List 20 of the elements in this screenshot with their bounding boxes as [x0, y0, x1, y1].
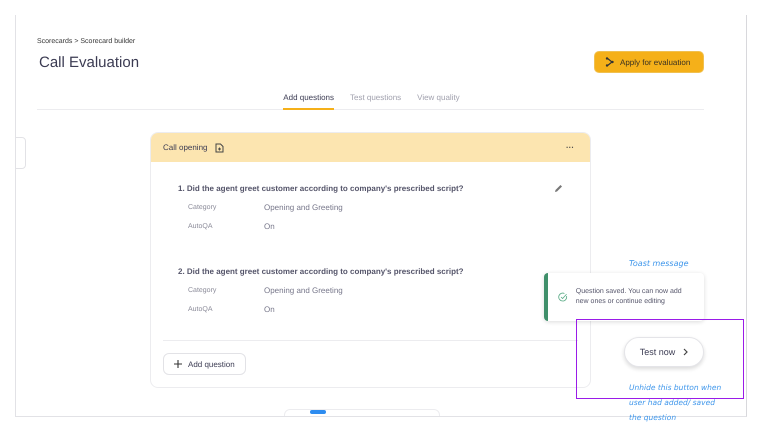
- plus-icon: [174, 360, 182, 368]
- question-text: 1. Did the agent greet customer according to company's prescribed script?: [178, 184, 464, 193]
- field-value: Opening and Greeting: [264, 203, 344, 212]
- test-now-button[interactable]: Test now: [624, 337, 704, 367]
- more-menu[interactable]: ···: [566, 143, 574, 152]
- field-value: On: [264, 222, 276, 231]
- page-title: Call Evaluation: [38, 54, 140, 70]
- toolbar-item[interactable]: [310, 410, 326, 414]
- field-value: Opening and Greeting: [264, 286, 344, 295]
- field-value: On: [264, 305, 276, 314]
- share-nodes-icon: [605, 57, 615, 67]
- pencil-icon[interactable]: [554, 184, 563, 193]
- document-icon[interactable]: [215, 142, 224, 152]
- chevron-right-icon: [683, 348, 688, 356]
- annotation-note: Toast message: [629, 258, 688, 270]
- question-text: 2. Did the agent greet customer according to company's prescribed script?: [178, 267, 464, 276]
- section-title: Call opening: [163, 143, 208, 152]
- tab[interactable]: Add questions: [283, 89, 334, 110]
- apply-button[interactable]: Apply for evaluation: [594, 51, 704, 73]
- add-question-button[interactable]: Add question: [163, 353, 246, 375]
